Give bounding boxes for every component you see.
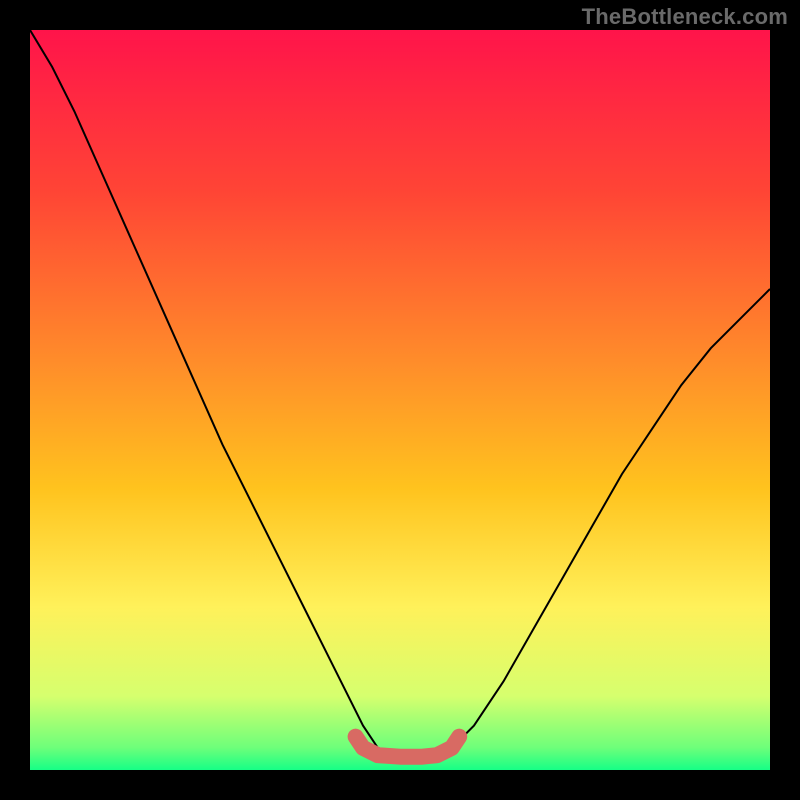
chart-svg xyxy=(30,30,770,770)
watermark-text: TheBottleneck.com xyxy=(582,4,788,30)
gradient-background xyxy=(30,30,770,770)
plot-area xyxy=(30,30,770,770)
chart-frame: TheBottleneck.com xyxy=(0,0,800,800)
